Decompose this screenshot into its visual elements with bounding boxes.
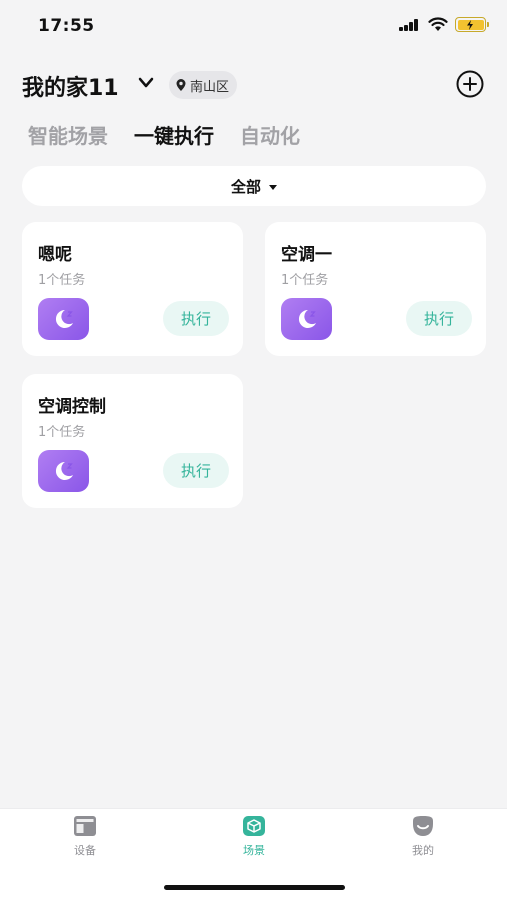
nav-item-devices[interactable]: 设备 <box>45 815 125 858</box>
scene-card[interactable]: 空调控制 1个任务 执行 <box>22 374 243 508</box>
moon-sleep-icon <box>38 450 89 492</box>
tab-smart-scene[interactable]: 智能场景 <box>28 120 108 149</box>
scene-card[interactable]: 空调一 1个任务 执行 <box>265 222 486 356</box>
run-scene-button[interactable]: 执行 <box>406 301 472 336</box>
battery-icon <box>455 17 486 32</box>
scene-name: 空调控制 <box>38 397 106 417</box>
tab-one-click[interactable]: 一键执行 <box>134 120 214 149</box>
wifi-icon <box>428 17 448 31</box>
moon-sleep-icon <box>281 298 332 340</box>
caret-down-icon <box>269 184 277 190</box>
location-chip[interactable]: 南山区 <box>169 71 238 99</box>
nav-item-scenes[interactable]: 场景 <box>214 815 294 858</box>
run-scene-button[interactable]: 执行 <box>163 301 229 336</box>
battery-cap <box>487 22 489 27</box>
charging-bolt-icon <box>466 19 473 30</box>
profile-icon <box>413 816 433 836</box>
run-scene-button[interactable]: 执行 <box>163 453 229 488</box>
nav-label: 设备 <box>74 844 96 857</box>
scene-card[interactable]: 嗯呢 1个任务 执行 <box>22 222 243 356</box>
scene-task-count: 1个任务 <box>38 425 86 440</box>
location-pin-icon <box>176 79 186 91</box>
home-selector[interactable]: 我的家11 <box>22 70 119 102</box>
nav-item-profile[interactable]: 我的 <box>383 815 463 858</box>
location-label: 南山区 <box>190 79 230 95</box>
nav-label: 我的 <box>412 844 434 857</box>
scene-task-count: 1个任务 <box>281 273 329 288</box>
scene-name: 嗯呢 <box>38 245 72 265</box>
scene-name: 空调一 <box>281 245 332 265</box>
nav-label: 场景 <box>243 844 265 857</box>
filter-dropdown[interactable]: 全部 <box>22 166 486 206</box>
tab-automation[interactable]: 自动化 <box>240 120 300 149</box>
scene-task-count: 1个任务 <box>38 273 86 288</box>
home-indicator <box>164 885 345 890</box>
device-grid-icon <box>74 816 96 836</box>
moon-sleep-icon <box>38 298 89 340</box>
scene-tabs: 智能场景 一键执行 自动化 <box>28 120 300 149</box>
add-scene-button[interactable] <box>456 70 484 98</box>
filter-label: 全部 <box>230 177 261 196</box>
scene-cube-icon <box>243 816 265 836</box>
cellular-signal-icon <box>399 19 419 31</box>
status-time: 17:55 <box>38 16 95 36</box>
chevron-down-icon[interactable] <box>138 77 154 89</box>
status-bar: 17:55 <box>0 0 507 50</box>
